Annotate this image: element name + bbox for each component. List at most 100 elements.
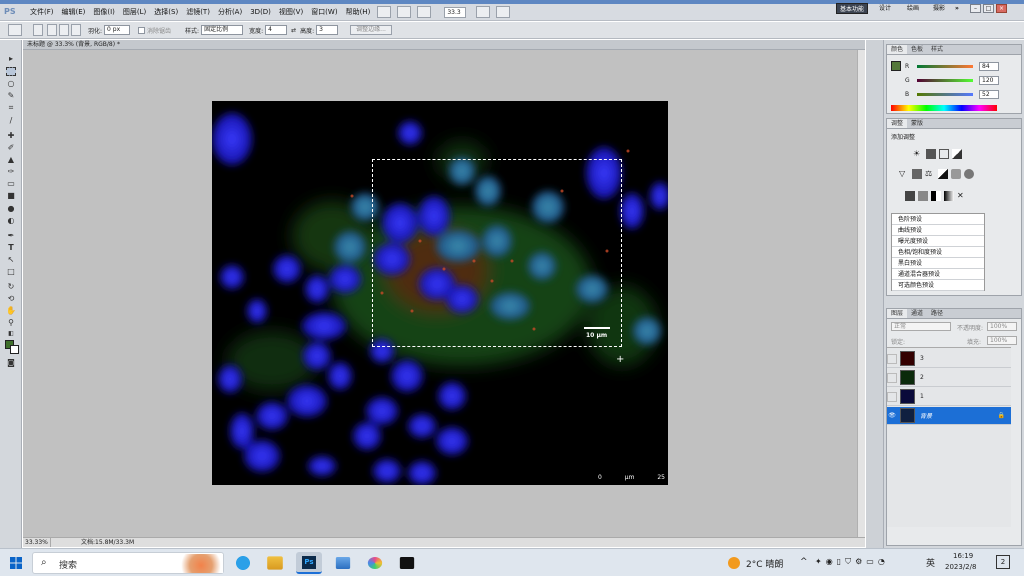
new-selection-icon[interactable] [33,24,43,36]
background-color-swatch[interactable] [10,345,19,354]
menu-image[interactable]: 图像(I) [89,4,119,21]
minimize-button[interactable]: – [970,4,981,13]
gradient-map-icon[interactable] [944,191,954,201]
subtract-selection-icon[interactable] [59,24,69,36]
b-value-input[interactable]: 52 [979,89,999,99]
preset-selective-color[interactable]: 可选颜色预设 [892,280,984,291]
hue-sat-icon[interactable] [912,169,922,179]
brush-tool-icon[interactable]: ✐ [6,143,16,152]
notification-button[interactable]: 2 [996,555,1010,569]
tab-channels[interactable]: 通道 [907,309,927,318]
preset-levels[interactable]: 色阶预设 [892,214,984,225]
menu-window[interactable]: 窗口(W) [307,4,341,21]
tab-color[interactable]: 颜色 [887,45,908,54]
antialias-checkbox[interactable] [138,26,146,34]
menu-edit[interactable]: 编辑(E) [58,4,90,21]
g-value-input[interactable]: 120 [979,75,999,85]
preset-hue-sat[interactable]: 色相/饱和度预设 [892,247,984,258]
r-slider[interactable] [917,64,973,68]
tray-chevron-icon[interactable]: ^ [800,557,808,567]
menu-file[interactable]: 文件(F) [26,4,58,21]
workspace-draw-button[interactable]: 绘画 [904,3,922,14]
maximize-button[interactable]: □ [983,4,994,13]
capcut-icon[interactable] [399,556,415,570]
healing-tool-icon[interactable]: ✚ [6,131,16,140]
screen-mode-icon[interactable] [496,6,511,18]
layer-row[interactable]: 3 [887,350,1011,368]
feather-input[interactable]: 0 px [104,25,131,35]
clock-time[interactable]: 16:19 [953,552,973,560]
marquee-tool-icon[interactable] [6,67,16,76]
menu-select[interactable]: 选择(S) [150,4,182,21]
opacity-input[interactable]: 100% [987,322,1017,331]
selective-color-icon[interactable]: ✕ [957,191,967,201]
vertical-scrollbar[interactable] [857,50,865,537]
app-icon[interactable] [367,556,383,570]
visibility-toggle[interactable] [887,353,897,364]
black-white-icon[interactable] [938,169,948,179]
workspace-design-button[interactable]: 设计 [876,3,894,14]
preset-exposure[interactable]: 曝光度预设 [892,236,984,247]
dodge-tool-icon[interactable]: ◐ [6,216,16,225]
posterize-icon[interactable] [918,191,928,201]
layer-row[interactable]: 2 [887,369,1011,387]
width-input[interactable]: 4 [265,25,288,35]
workspace-basic-button[interactable]: 基本功能 [836,3,869,14]
crop-tool-icon[interactable]: ⌗ [6,103,16,112]
eyedropper-tool-icon[interactable]: / [6,116,16,125]
height-input[interactable]: 3 [316,25,339,35]
brightness-icon[interactable]: ☀ [913,149,923,159]
vibrance-icon[interactable]: ▽ [899,169,909,179]
blend-mode-select[interactable]: 正常 [891,322,951,331]
3d-rotate-tool-icon[interactable]: ↻ [6,282,16,291]
bridge-icon[interactable] [377,6,392,18]
color-balance-icon[interactable]: ⚖ [925,169,935,179]
view-extras-icon[interactable] [417,6,432,18]
tab-paths[interactable]: 路径 [927,309,947,318]
tray-icons[interactable]: ✦◉▯⛉⚙▭◔ [815,557,889,567]
visibility-toggle[interactable] [887,391,897,402]
quick-select-tool-icon[interactable]: ✎ [6,91,16,100]
pen-tool-icon[interactable]: ✒ [6,231,16,240]
preset-black-white[interactable]: 黑白预设 [892,258,984,269]
visibility-toggle[interactable] [887,372,897,383]
menu-analysis[interactable]: 分析(A) [214,4,246,21]
shape-tool-icon[interactable]: □ [6,267,16,276]
zoom-status[interactable]: 33.33% [23,538,51,547]
tab-layers[interactable]: 图层 [887,309,908,318]
lasso-tool-icon[interactable]: ○ [6,79,16,88]
3d-orbit-tool-icon[interactable]: ⟲ [6,294,16,303]
b-slider[interactable] [917,92,973,96]
threshold-icon[interactable] [931,191,941,201]
close-button[interactable]: × [996,4,1007,13]
clone-stamp-tool-icon[interactable]: ▲ [6,155,16,164]
tab-swatches[interactable]: 色板 [907,45,927,54]
blur-tool-icon[interactable]: ● [6,204,16,213]
rectangular-selection[interactable] [372,159,622,347]
tab-adjustments[interactable]: 调整 [887,119,908,128]
levels-icon[interactable] [926,149,936,159]
windows-start-icon[interactable] [10,557,22,569]
menu-layer[interactable]: 图层(L) [119,4,150,21]
eraser-tool-icon[interactable]: ▭ [6,179,16,188]
photoshop-taskbar-icon[interactable]: Ps [296,552,322,574]
workspace-more-button[interactable]: » [952,3,962,14]
preset-channel-mixer[interactable]: 通道混合器预设 [892,269,984,280]
photo-filter-icon[interactable] [951,169,961,179]
color-spectrum-bar[interactable] [891,105,997,111]
menu-view[interactable]: 视图(V) [275,4,307,21]
hand-tool-icon[interactable]: ✋ [6,306,16,315]
refine-edge-button[interactable]: 调整边缘... [350,25,392,35]
ime-indicator[interactable]: 英 [926,556,935,569]
g-slider[interactable] [917,78,973,82]
zoom-level-field[interactable]: 33.3 [444,6,467,18]
quick-mask-icon[interactable]: ◙ [6,358,16,367]
zoom-tool-icon[interactable]: ⚲ [6,318,16,327]
mini-bridge-icon[interactable] [397,6,412,18]
layer-row[interactable]: 👁 背景 🔒 [887,407,1011,425]
edge-icon[interactable] [230,552,256,574]
marquee-preset-icon[interactable] [8,24,22,36]
document-tab[interactable]: 未标题 @ 33.3% (背景, RGB/8) * [23,40,865,50]
weather-text[interactable]: 2°C 晴朗 [746,557,783,570]
type-tool-icon[interactable]: T [6,243,16,252]
